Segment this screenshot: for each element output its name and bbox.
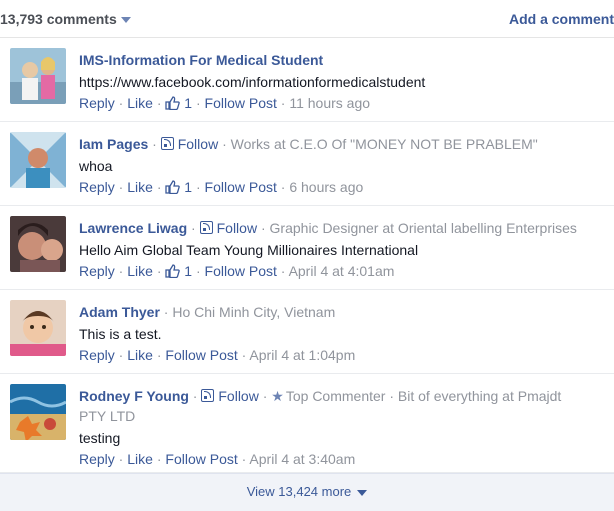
reply-link[interactable]: Reply — [79, 347, 115, 363]
like-count[interactable]: 1 — [165, 95, 192, 111]
like-count[interactable]: 1 — [165, 263, 192, 279]
like-link[interactable]: Like — [127, 179, 153, 195]
follow-icon — [199, 221, 213, 234]
like-link[interactable]: Like — [127, 451, 153, 467]
follow-post-link[interactable]: Follow Post — [205, 95, 277, 111]
comment-text: https://www.facebook.com/informationform… — [79, 74, 426, 90]
comments-header: 13,793 comments Add a comment — [0, 0, 614, 38]
comment-item: Rodney F Young · Follow · ★ Top Commenter… — [0, 374, 614, 473]
author-name[interactable]: Rodney F Young — [79, 388, 189, 404]
view-more-label: View 13,424 more — [246, 484, 352, 499]
avatar[interactable] — [10, 132, 66, 188]
comment-text: whoa — [79, 158, 113, 174]
comment-text: This is a test. — [79, 326, 162, 342]
reply-link[interactable]: Reply — [79, 179, 115, 195]
timestamp[interactable]: April 4 at 4:01am — [289, 263, 395, 279]
author-name[interactable]: Iam Pages — [79, 136, 148, 152]
timestamp[interactable]: 6 hours ago — [289, 179, 363, 195]
reply-link[interactable]: Reply — [79, 451, 115, 467]
follow-button[interactable]: Follow — [160, 136, 218, 152]
comment-text: testing — [79, 430, 121, 446]
like-link[interactable]: Like — [127, 263, 153, 279]
timestamp[interactable]: April 4 at 3:40am — [249, 451, 355, 467]
comment-item: Adam Thyer · Ho Chi Minh City, Vietnam T… — [0, 290, 614, 374]
follow-icon — [160, 137, 174, 150]
author-meta: Graphic Designer at Oriental labelling E… — [269, 220, 577, 236]
follow-icon — [201, 389, 215, 402]
comment-count-dropdown[interactable]: 13,793 comments — [0, 11, 131, 27]
comment-item: Iam Pages · Follow · Works at C.E.O Of "… — [0, 122, 614, 206]
like-link[interactable]: Like — [127, 347, 153, 363]
thumbs-up-icon — [165, 264, 181, 278]
chevron-down-icon — [357, 489, 368, 496]
add-comment-link[interactable]: Add a comment — [509, 11, 614, 27]
follow-post-link[interactable]: Follow Post — [205, 263, 277, 279]
author-meta: Ho Chi Minh City, Vietnam — [172, 304, 336, 320]
avatar[interactable] — [10, 384, 66, 440]
chevron-down-icon — [120, 17, 131, 24]
comment-item: Lawrence Liwag · Follow · Graphic Design… — [0, 206, 614, 290]
author-name[interactable]: IMS-Information For Medical Student — [79, 52, 323, 68]
view-more-button[interactable]: View 13,424 more — [0, 473, 614, 511]
like-link[interactable]: Like — [127, 95, 153, 111]
comment-item: IMS-Information For Medical Student http… — [0, 38, 614, 122]
follow-button[interactable]: Follow — [201, 388, 259, 404]
thumbs-up-icon — [165, 180, 181, 194]
avatar[interactable] — [10, 216, 66, 272]
avatar[interactable] — [10, 300, 66, 356]
comment-text: Hello Aim Global Team Young Millionaires… — [79, 242, 419, 258]
reply-link[interactable]: Reply — [79, 263, 115, 279]
like-count[interactable]: 1 — [165, 179, 192, 195]
thumbs-up-icon — [165, 96, 181, 110]
follow-post-link[interactable]: Follow Post — [165, 347, 237, 363]
star-icon: ★ — [271, 388, 284, 404]
author-name[interactable]: Adam Thyer — [79, 304, 160, 320]
top-commenter-badge: Top Commenter — [285, 388, 386, 404]
follow-button[interactable]: Follow — [199, 220, 257, 236]
follow-post-link[interactable]: Follow Post — [205, 179, 277, 195]
author-name[interactable]: Lawrence Liwag — [79, 220, 187, 236]
timestamp[interactable]: 11 hours ago — [289, 95, 370, 111]
timestamp[interactable]: April 4 at 1:04pm — [249, 347, 355, 363]
follow-post-link[interactable]: Follow Post — [165, 451, 237, 467]
avatar[interactable] — [10, 48, 66, 104]
comment-count-label: 13,793 comments — [0, 11, 117, 27]
reply-link[interactable]: Reply — [79, 95, 115, 111]
author-meta: Works at C.E.O Of "MONEY NOT BE PRABLEM" — [230, 136, 538, 152]
